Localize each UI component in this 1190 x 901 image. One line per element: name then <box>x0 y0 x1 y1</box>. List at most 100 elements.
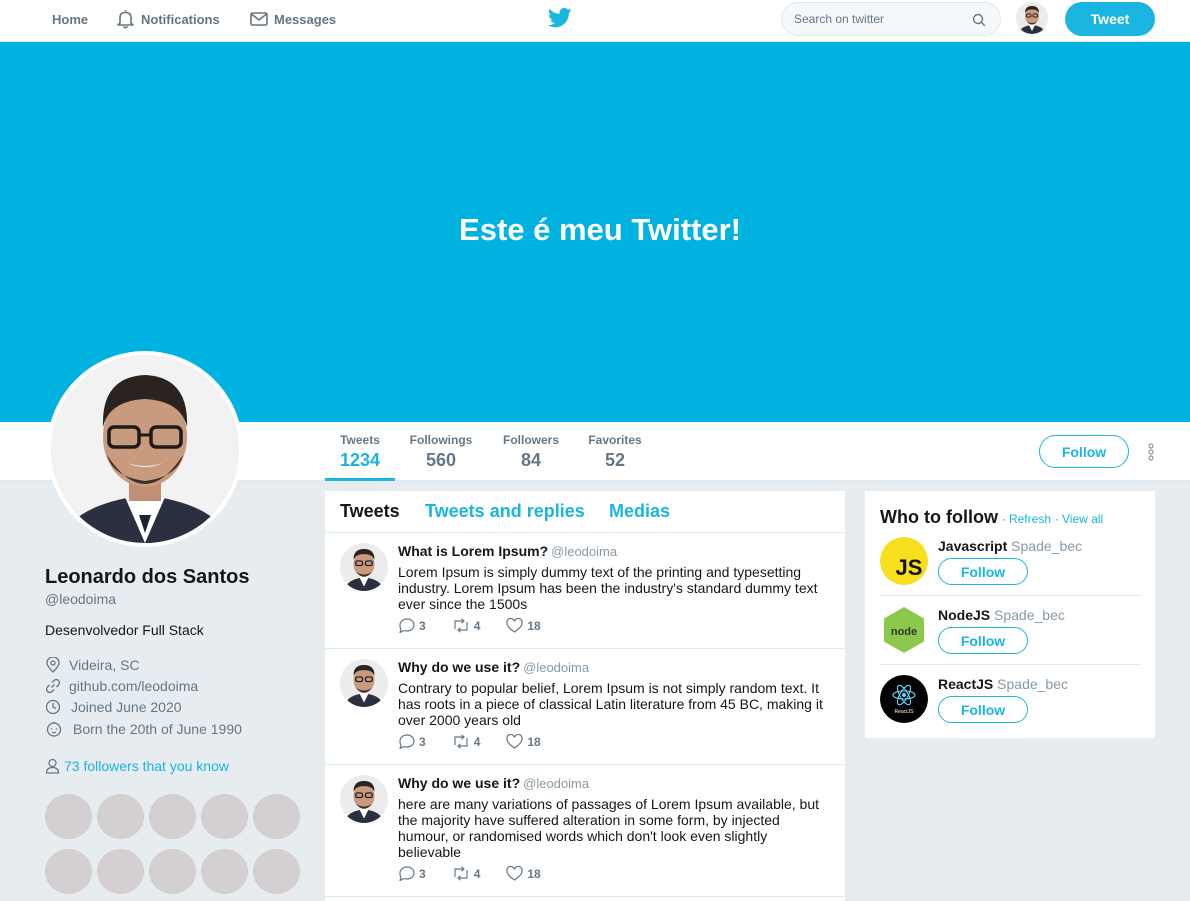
javascript-logo-icon: JS <box>880 537 928 585</box>
tab-medias[interactable]: Medias <box>609 501 670 522</box>
nav-home-link[interactable]: Home <box>52 0 88 38</box>
suggestion-reactjs: ReactJS ReactJS Spade_bec Follow <box>880 664 1140 733</box>
follower-avatar-placeholder[interactable] <box>149 849 196 894</box>
suggestion-name[interactable]: Javascript <box>938 538 1007 554</box>
profile-website[interactable]: github.com/leodoima <box>45 678 198 694</box>
tweet-item[interactable]: What is Lorem Ipsum? @leodoima Lorem Ipsu… <box>325 533 845 649</box>
tweet-text: here are many variations of passages of … <box>398 796 820 860</box>
follow-reactjs-button[interactable]: Follow <box>938 696 1028 723</box>
follow-javascript-button[interactable]: Follow <box>938 558 1028 585</box>
nav-notifications-link[interactable]: Notifications <box>116 0 220 38</box>
profile-location: Videira, SC <box>45 657 140 673</box>
followers-you-know-text[interactable]: 73 followers that you know <box>64 758 229 774</box>
follower-avatar-placeholder[interactable] <box>201 849 248 894</box>
retweet-count: 4 <box>473 618 481 633</box>
suggestion-handle: Spade_bec <box>994 607 1065 623</box>
stat-followings-value: 560 <box>425 450 457 470</box>
retweet-action[interactable]: 4 <box>452 618 481 633</box>
nodejs-logo-text: node <box>891 626 917 638</box>
stat-followings[interactable]: Followings 560 <box>405 422 477 481</box>
tab-tweets[interactable]: Tweets <box>340 501 400 522</box>
banner-title: Este é meu Twitter! <box>459 212 741 247</box>
suggestion-handle: Spade_bec <box>997 676 1068 692</box>
reply-action[interactable]: 3 <box>398 866 426 881</box>
stat-tweets-value: 1234 <box>339 450 381 470</box>
like-action[interactable]: 18 <box>506 618 541 633</box>
retweet-count: 4 <box>473 734 481 749</box>
suggestion-name-line: NodeJS Spade_bec <box>938 607 1065 623</box>
suggestion-name[interactable]: NodeJS <box>938 607 990 623</box>
twitter-bird-icon[interactable] <box>548 8 572 28</box>
bell-icon <box>117 10 134 29</box>
followers-you-know-link[interactable]: 73 followers that you know <box>45 758 229 774</box>
stat-favorites[interactable]: Favorites 52 <box>583 422 647 481</box>
person-icon <box>45 758 60 774</box>
tweet-title: Why do we use it? <box>398 659 521 675</box>
like-action[interactable]: 18 <box>506 866 541 881</box>
reply-action[interactable]: 3 <box>398 618 426 633</box>
reply-action[interactable]: 3 <box>398 734 426 749</box>
suggestion-name-line: ReactJS Spade_bec <box>938 676 1068 692</box>
more-options-icon[interactable] <box>1147 443 1155 461</box>
profile-location-text: Videira, SC <box>69 657 140 673</box>
tweet-author-avatar[interactable] <box>340 659 388 707</box>
avatar-photo-icon <box>340 543 388 591</box>
profile-avatar[interactable] <box>47 351 243 547</box>
profile-joined: Joined June 2020 <box>45 699 182 715</box>
who-to-follow-title: Who to follow <box>880 507 998 527</box>
like-action[interactable]: 18 <box>506 734 541 749</box>
profile-handle: @leodoima <box>45 591 117 607</box>
suggestion-name[interactable]: ReactJS <box>938 676 993 692</box>
retweet-action[interactable]: 4 <box>452 734 481 749</box>
nav-messages-link[interactable]: Messages <box>250 0 336 38</box>
javascript-logo[interactable]: JS <box>880 537 928 585</box>
tweet-handle[interactable]: @leodoima <box>523 776 589 791</box>
tweet-item[interactable]: Why do we use it? @leodoima here are many… <box>325 765 845 897</box>
tab-tweets-and-replies[interactable]: Tweets and replies <box>425 501 585 522</box>
reply-icon <box>399 734 415 749</box>
search-input[interactable] <box>794 12 964 26</box>
follower-avatar-placeholder[interactable] <box>45 794 92 839</box>
follower-avatar-placeholder[interactable] <box>45 849 92 894</box>
tweet-handle[interactable]: @leodoima <box>551 544 617 559</box>
stat-tweets-label: Tweets <box>340 433 380 447</box>
tweet-button[interactable]: Tweet <box>1065 2 1155 36</box>
reactjs-logo-text: ReactJS <box>895 709 915 715</box>
retweet-action[interactable]: 4 <box>452 866 480 881</box>
reply-icon <box>399 866 415 881</box>
follower-avatar-placeholder[interactable] <box>201 794 248 839</box>
tweet-actions: 3 4 18 <box>398 734 567 749</box>
tweet-header: Why do we use it? @leodoima <box>398 659 589 675</box>
tweet-text: Lorem Ipsum is simply dummy text of the … <box>398 564 818 612</box>
follower-avatar-placeholder[interactable] <box>97 794 144 839</box>
tweet-author-avatar[interactable] <box>340 543 388 591</box>
follower-avatar-placeholder[interactable] <box>97 849 144 894</box>
stat-followers[interactable]: Followers 84 <box>497 422 565 481</box>
view-all-link[interactable]: View all <box>1062 512 1103 526</box>
heart-icon <box>506 734 523 749</box>
suggestion-javascript: JS Javascript Spade_bec Follow <box>880 535 1140 604</box>
profile-follow-button[interactable]: Follow <box>1039 435 1129 468</box>
refresh-link[interactable]: Refresh <box>1009 512 1051 526</box>
stat-tweets[interactable]: Tweets 1234 <box>325 422 395 481</box>
tweet-handle[interactable]: @leodoima <box>523 660 589 675</box>
follow-nodejs-button[interactable]: Follow <box>938 627 1028 654</box>
search-box[interactable] <box>781 2 1001 36</box>
nav-messages-label: Messages <box>274 11 337 27</box>
header-separator: · <box>1055 512 1059 526</box>
suggestion-name-line: Javascript Spade_bec <box>938 538 1082 554</box>
tweet-title: Why do we use it? <box>398 775 521 791</box>
reactjs-logo[interactable]: ReactJS <box>880 675 928 723</box>
user-avatar[interactable] <box>1016 2 1048 34</box>
follower-avatar-placeholder[interactable] <box>253 794 300 839</box>
profile-bio: Desenvolvedor Full Stack <box>45 622 204 638</box>
who-to-follow-header: Who to follow · Refresh · View all <box>880 507 1103 528</box>
tweet-author-avatar[interactable] <box>340 775 388 823</box>
follower-avatar-placeholder[interactable] <box>149 794 196 839</box>
search-icon[interactable] <box>972 13 986 27</box>
nodejs-logo[interactable]: node <box>880 606 928 654</box>
follower-avatar-placeholder[interactable] <box>253 849 300 894</box>
profile-joined-text: Joined June 2020 <box>71 699 182 715</box>
profile-website-link[interactable]: github.com/leodoima <box>69 678 198 694</box>
tweet-item[interactable]: Why do we use it? @leodoima Contrary to p… <box>325 649 845 765</box>
